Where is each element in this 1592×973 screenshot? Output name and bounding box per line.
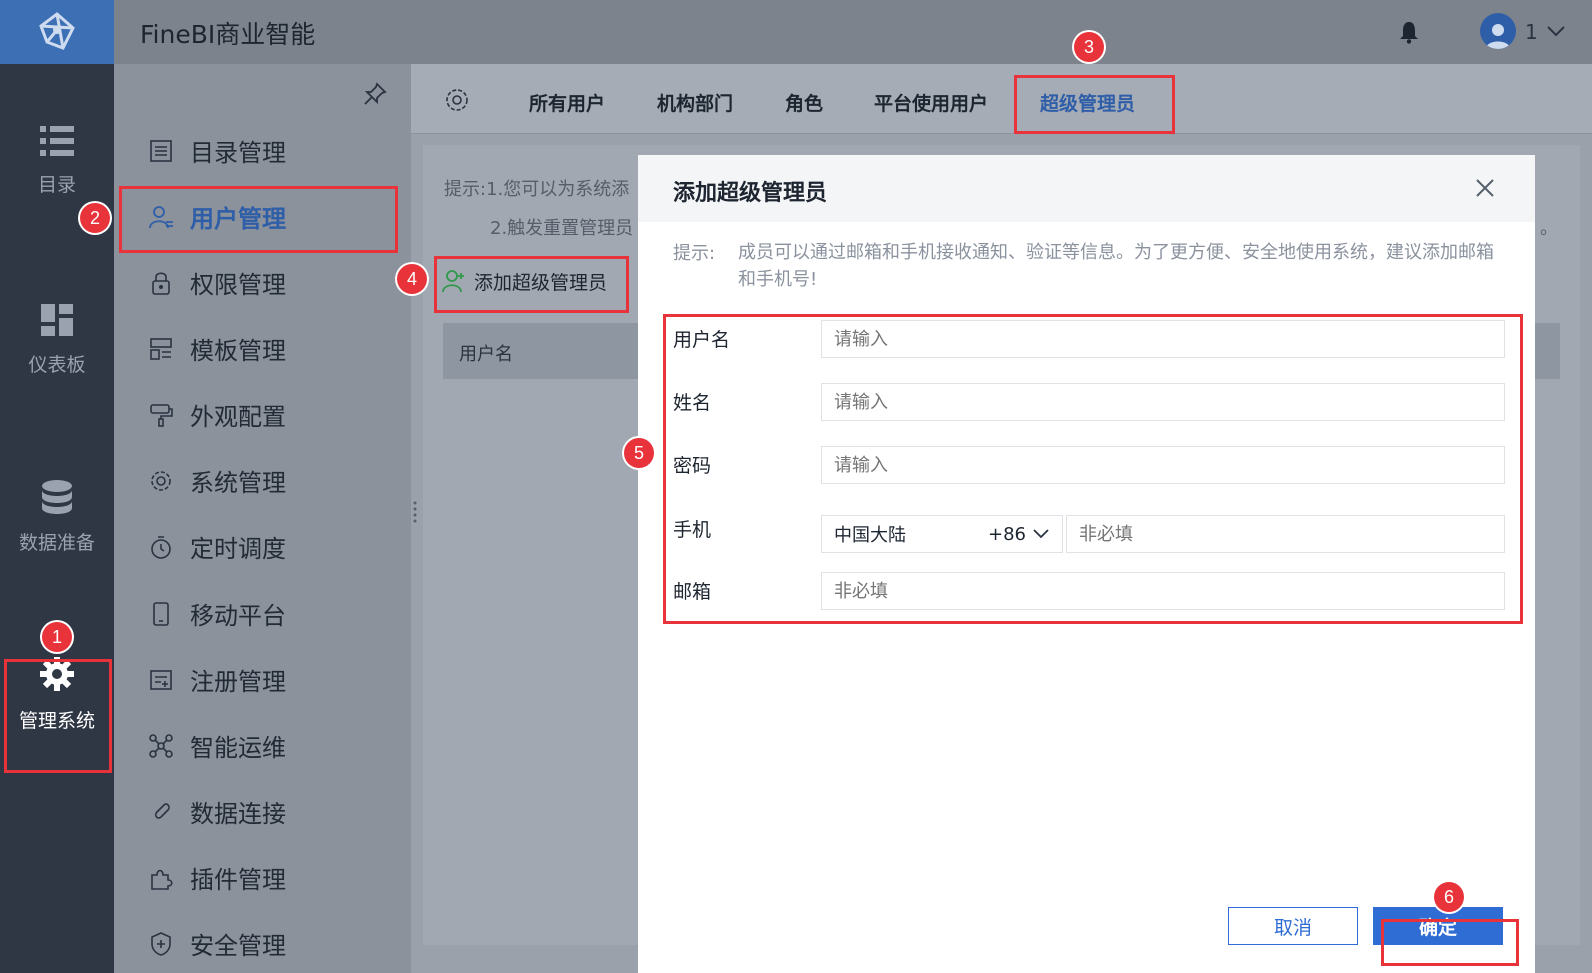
paint-icon [150,403,173,427]
menu-label-security: 安全管理 [190,932,286,960]
menu-item-system[interactable]: 系统管理 [148,463,286,498]
rail-label-dashboard: 仪表板 [28,354,86,376]
timer-icon [151,535,171,559]
step-marker-6: 6 [1434,882,1464,912]
page-hint-2: 2.触发重置管理员 [490,218,634,239]
rail-item-data-prep[interactable]: 数据准备 [0,480,114,555]
link-icon [154,802,170,819]
step-marker-3: 3 [1074,32,1104,62]
list-icon [40,126,74,156]
menu-item-catalog[interactable]: 目录管理 [148,133,286,168]
rail-item-catalog[interactable]: 目录 [0,126,114,197]
chevron-down-icon[interactable] [1545,22,1567,40]
settings-icon [151,470,171,491]
tab-platform-users[interactable]: 平台使用用户 [874,89,988,116]
pin-icon[interactable] [363,82,387,106]
page-hint-tail: 。 [1540,218,1558,239]
page-hint-1: 提示:1.您可以为系统添 [444,179,630,200]
user-name[interactable]: 1 [1525,20,1538,44]
close-icon[interactable] [1474,177,1496,199]
dialog-hint-text: 成员可以通过邮箱和手机接收通知、验证等信息。为了更方便、安全地使用系统，建议添加… [738,242,1494,290]
menu-item-appearance[interactable]: 外观配置 [148,397,286,432]
menu-label-appearance: 外观配置 [190,403,286,431]
template-icon [150,337,172,360]
user-avatar-icon [1486,24,1510,49]
menu-label-schedule: 定时调度 [190,535,286,563]
menu-item-templates[interactable]: 模板管理 [148,331,286,366]
menu-label-data-connection: 数据连接 [190,800,286,828]
database-icon [42,480,72,514]
menu-item-schedule[interactable]: 定时调度 [148,529,286,564]
mobile-icon [153,601,169,626]
menu-item-registration[interactable]: 注册管理 [148,662,286,697]
dialog-header: 添加超级管理员 [638,155,1535,222]
register-icon [150,669,172,690]
menu-item-permissions[interactable]: 权限管理 [148,265,286,300]
avatar[interactable] [1480,13,1516,49]
highlight-add-button [434,256,629,313]
menu-label-mobile: 移动平台 [190,602,286,630]
ops-icon [149,733,173,758]
highlight-form [663,314,1523,624]
menu-item-plugins[interactable]: 插件管理 [148,860,286,895]
highlight-user-menu [119,186,398,253]
tab-all-users[interactable]: 所有用户 [529,89,605,116]
column-username: 用户名 [459,344,513,365]
catalog-icon [150,139,172,162]
menu-label-templates: 模板管理 [190,337,286,365]
nav-rail: 目录 仪表板 数据准备 管理系统 [0,64,114,973]
menu-label-registration: 注册管理 [190,668,286,696]
lock-icon [152,271,170,295]
highlight-confirm [1381,919,1519,966]
menu-item-mobile[interactable]: 移动平台 [148,596,286,631]
menu-label-ops: 智能运维 [190,734,286,762]
step-marker-2: 2 [80,203,110,233]
menu-label-catalog: 目录管理 [190,139,286,167]
highlight-super-admin-tab [1014,75,1175,134]
tab-departments[interactable]: 机构部门 [657,89,733,116]
dialog-hint-label: 提示: [673,243,716,264]
menu-item-data-connection[interactable]: 数据连接 [148,794,286,829]
plugin-icon [151,869,173,890]
menu-item-security[interactable]: 安全管理 [148,926,286,961]
tab-roles[interactable]: 角色 [785,89,823,116]
logo-icon [39,12,75,50]
app-title: FineBI商业智能 [140,20,316,49]
step-marker-4: 4 [397,264,427,294]
rail-label-data-prep: 数据准备 [18,532,95,554]
step-marker-1: 1 [42,622,72,652]
menu-item-ops[interactable]: 智能运维 [148,728,286,763]
dashboard-icon [41,304,73,336]
rail-label-catalog: 目录 [37,174,76,196]
shield-icon [151,931,171,956]
resize-handle-icon[interactable] [412,500,418,524]
menu-label-plugins: 插件管理 [190,866,286,894]
step-marker-5: 5 [624,438,654,468]
menu-label-permissions: 权限管理 [190,271,286,299]
logo[interactable] [0,0,114,64]
rail-item-dashboard[interactable]: 仪表板 [0,304,114,377]
highlight-admin-rail [4,659,112,773]
dialog-title: 添加超级管理员 [673,181,828,206]
cancel-button[interactable]: 取消 [1228,907,1358,945]
menu-label-system: 系统管理 [190,469,286,497]
bell-icon[interactable] [1398,20,1420,44]
settings-tab-icon[interactable] [444,87,470,113]
